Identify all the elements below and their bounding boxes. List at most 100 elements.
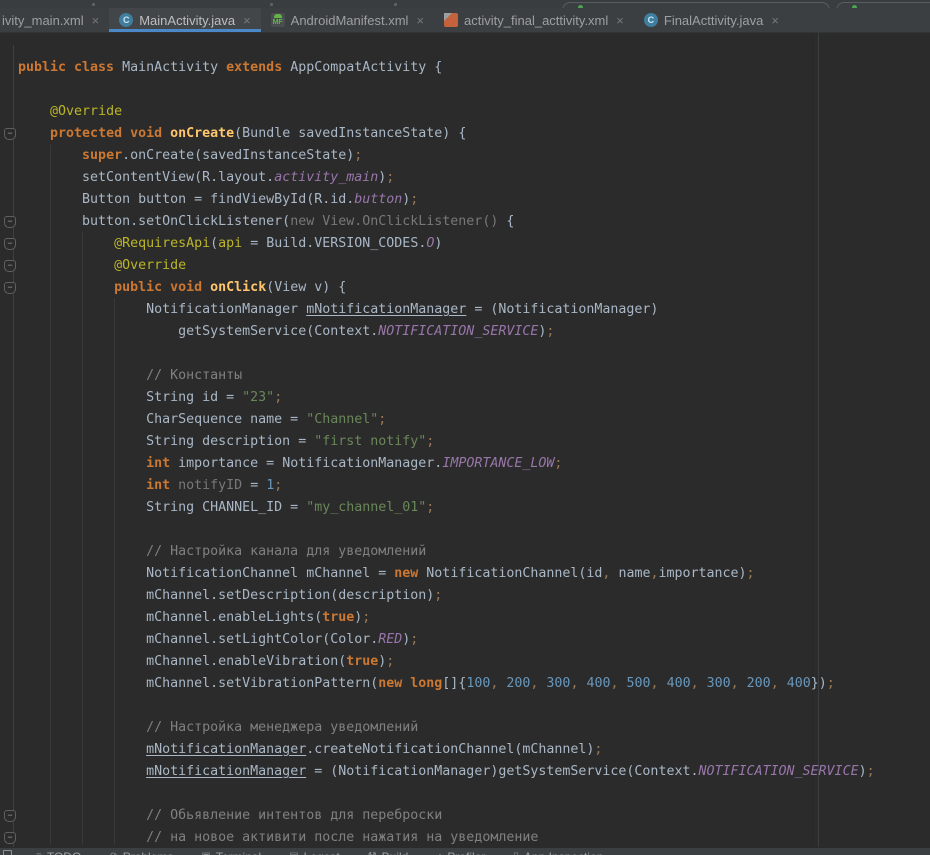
code-token: (View v) { xyxy=(266,280,346,295)
tool-window-button-logcat[interactable]: ▤Logcat xyxy=(289,850,339,855)
tab-finalacttivity-java[interactable]: CFinalActtivity.java× xyxy=(634,8,789,32)
build-icon: ⚒ xyxy=(368,850,377,855)
code-line[interactable]: button.setOnClickListener(new View.OnCli… xyxy=(18,211,930,233)
code-token: ; xyxy=(386,654,394,669)
code-token: super xyxy=(82,148,122,163)
tool-window-button-app-inspection[interactable]: ▯App Inspection xyxy=(513,850,603,855)
code-line[interactable]: mChannel.enableLights(true); xyxy=(18,607,930,629)
code-token: { xyxy=(506,214,514,229)
tool-window-button-problems[interactable]: ⊘Problems xyxy=(109,850,173,855)
code-token: , xyxy=(651,676,667,691)
tab-mainactivity-java[interactable]: CMainActivity.java× xyxy=(109,8,260,32)
code-token: ; xyxy=(867,764,875,779)
tab-ivity-main-xml[interactable]: ivity_main.xml× xyxy=(0,8,109,32)
code-line[interactable]: Button button = findViewById(R.id.button… xyxy=(18,189,930,211)
editor[interactable]: − − − − − − − public class MainActivity extend… xyxy=(0,33,930,847)
code-token: mChannel.setDescription(description) xyxy=(18,588,434,603)
close-icon[interactable]: × xyxy=(243,13,251,28)
toolbar-tick xyxy=(394,3,397,6)
close-icon[interactable]: × xyxy=(416,13,424,28)
code-token xyxy=(18,478,146,493)
tab-activity-final-acttivity-xml[interactable]: activity_final_acttivity.xml× xyxy=(434,8,634,32)
code-line[interactable]: public void onClick(View v) { xyxy=(18,277,930,299)
tool-window-button-build[interactable]: ⚒Build xyxy=(368,850,409,855)
code-token: String id = xyxy=(18,390,242,405)
code-token: NotificationChannel mChannel = xyxy=(18,566,394,581)
code-token: 500 xyxy=(627,676,651,691)
code-line[interactable]: protected void onCreate(Bundle savedInst… xyxy=(18,123,930,145)
code-token: onClick xyxy=(210,280,266,295)
problems-icon: ⊘ xyxy=(109,850,117,855)
code-area[interactable]: public class MainActivity extends AppCom… xyxy=(18,57,930,847)
code-line[interactable] xyxy=(18,343,930,365)
code-token: IMPORTANCE_LOW xyxy=(442,456,554,471)
gutter-fold-line xyxy=(13,45,14,847)
code-line[interactable]: int notifyID = 1; xyxy=(18,475,930,497)
fold-marker[interactable]: − xyxy=(4,216,16,228)
code-line[interactable]: // Настройка канала для уведомлений xyxy=(18,541,930,563)
code-line[interactable]: mChannel.enableVibration(true); xyxy=(18,651,930,673)
code-token: name xyxy=(610,566,650,581)
code-line[interactable]: @Override xyxy=(18,255,930,277)
tool-window-label: Terminal xyxy=(216,850,261,855)
code-line[interactable]: String id = "23"; xyxy=(18,387,930,409)
code-token: "Channel" xyxy=(306,412,378,427)
code-line[interactable]: String description = "first notify"; xyxy=(18,431,930,453)
fold-marker[interactable]: − xyxy=(4,238,16,250)
code-line[interactable]: NotificationChannel mChannel = new Notif… xyxy=(18,563,930,585)
code-line[interactable] xyxy=(18,783,930,805)
code-token: }) xyxy=(811,676,827,691)
code-token: setContentView(R.layout. xyxy=(18,170,274,185)
code-line[interactable] xyxy=(18,519,930,541)
tool-window-button-todo[interactable]: ≡TODO xyxy=(36,850,81,855)
tool-window-button-terminal[interactable]: ▣Terminal xyxy=(201,850,261,855)
code-line[interactable]: int importance = NotificationManager.IMP… xyxy=(18,453,930,475)
code-line[interactable] xyxy=(18,695,930,717)
code-line[interactable]: public class MainActivity extends AppCom… xyxy=(18,57,930,79)
code-token: NotificationChannel(id xyxy=(426,566,602,581)
code-token: ; xyxy=(354,148,362,163)
close-icon[interactable]: × xyxy=(92,13,100,28)
code-token: "first notify" xyxy=(314,434,426,449)
code-token: ; xyxy=(274,478,282,493)
todo-icon: ≡ xyxy=(36,850,42,855)
code-line[interactable]: // Настройка менеджера уведомлений xyxy=(18,717,930,739)
code-line[interactable]: setContentView(R.layout.activity_main); xyxy=(18,167,930,189)
code-token: = xyxy=(250,478,266,493)
fold-marker[interactable]: − xyxy=(4,260,16,272)
code-line[interactable]: mChannel.setVibrationPattern(new long[]{… xyxy=(18,673,930,695)
close-icon[interactable]: × xyxy=(771,13,779,28)
code-token: extends xyxy=(226,60,290,75)
code-line[interactable]: @RequiresApi(api = Build.VERSION_CODES.O… xyxy=(18,233,930,255)
code-token: String description = xyxy=(18,434,314,449)
code-line[interactable] xyxy=(18,79,930,101)
code-line[interactable]: mChannel.setLightColor(Color.RED); xyxy=(18,629,930,651)
tool-window-button-profiler[interactable]: ◔Profiler xyxy=(436,850,485,855)
layout-xml-icon xyxy=(444,13,458,27)
code-line[interactable]: // Обьявление интентов для переброски xyxy=(18,805,930,827)
code-line[interactable]: NotificationManager mNotificationManager… xyxy=(18,299,930,321)
code-line[interactable]: mChannel.setDescription(description); xyxy=(18,585,930,607)
bottom-tool-bar: ≡TODO ⊘Problems ▣Terminal ▤Logcat ⚒Build ◔Pro… xyxy=(0,847,930,855)
code-token: int xyxy=(146,456,178,471)
code-line[interactable]: String CHANNEL_ID = "my_channel_01"; xyxy=(18,497,930,519)
code-line[interactable]: getSystemService(Context.NOTIFICATION_SE… xyxy=(18,321,930,343)
code-line[interactable]: @Override xyxy=(18,101,930,123)
code-token: .createNotificationChannel(mChannel) xyxy=(306,742,594,757)
code-line[interactable]: CharSequence name = "Channel"; xyxy=(18,409,930,431)
code-line[interactable]: // Константы xyxy=(18,365,930,387)
fold-marker[interactable]: − xyxy=(4,810,16,822)
fold-marker[interactable]: − xyxy=(4,832,16,844)
fold-marker[interactable]: − xyxy=(4,282,16,294)
tool-windows-icon[interactable] xyxy=(3,850,12,855)
code-token: @RequiresApi xyxy=(114,236,210,251)
fold-marker[interactable]: − xyxy=(4,128,16,140)
code-line[interactable]: // на новое активити после нажатия на ув… xyxy=(18,827,930,847)
code-token: 400 xyxy=(787,676,811,691)
code-line[interactable]: mNotificationManager = (NotificationMana… xyxy=(18,761,930,783)
code-line[interactable]: super.onCreate(savedInstanceState); xyxy=(18,145,930,167)
tab-androidmanifest-xml[interactable]: AndroidManifest.xml× xyxy=(261,8,434,32)
code-token: = Build.VERSION_CODES. xyxy=(242,236,426,251)
code-line[interactable]: mNotificationManager.createNotificationC… xyxy=(18,739,930,761)
close-icon[interactable]: × xyxy=(616,13,624,28)
